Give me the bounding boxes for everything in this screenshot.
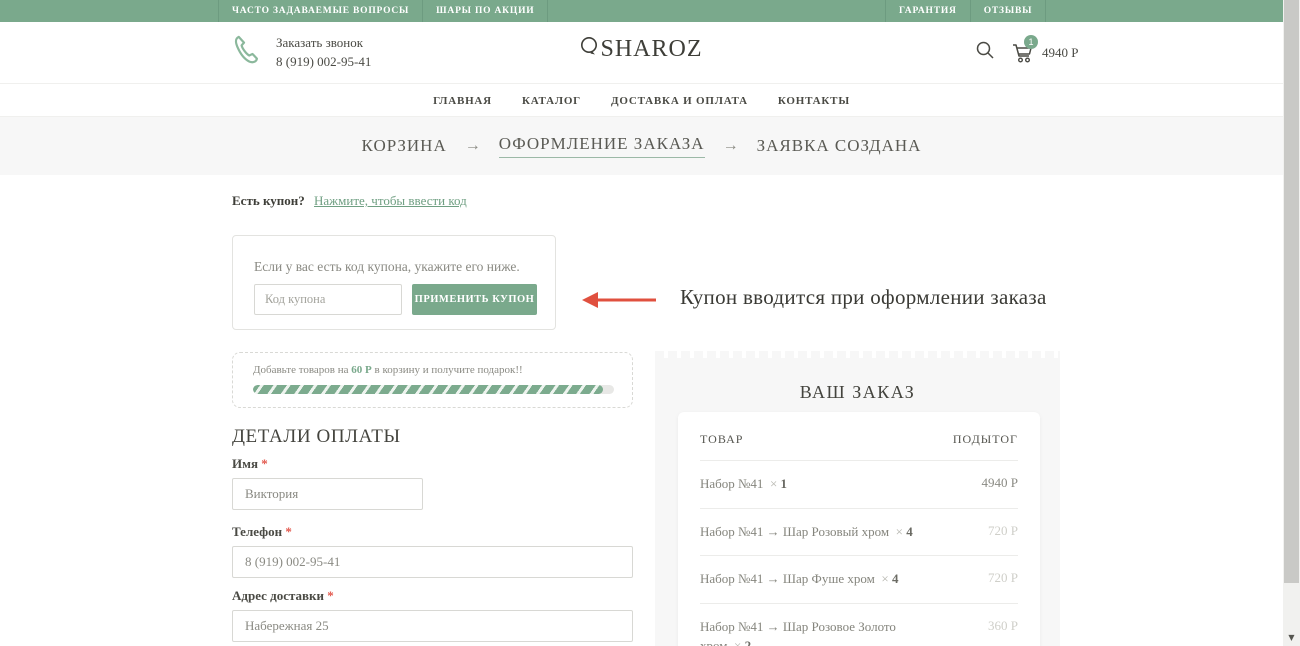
checkout-steps: КОРЗИНА → ОФОРМЛЕНИЕ ЗАКАЗА → ЗАЯВКА СОЗ… [0, 117, 1283, 175]
topbar-right-links: ГАРАНТИЯ ОТЗЫВЫ [885, 0, 1046, 22]
column-subtotal: ПОДЫТОГ [953, 432, 1018, 447]
step-arrow-icon: → [723, 137, 739, 155]
order-summary-card: ТОВАР ПОДЫТОГ Набор №41 × 14940 РНабор №… [678, 412, 1040, 646]
coupon-code-input[interactable] [254, 284, 402, 315]
topbar-link-warranty[interactable]: ГАРАНТИЯ [885, 0, 970, 22]
gift-text-before: Добавьте товаров на [253, 364, 351, 376]
order-item-row: Набор №41 × 1 4940 Р [700, 461, 1018, 509]
nav-item-home[interactable]: ГЛАВНАЯ [433, 95, 492, 107]
order-item-price: 720 Р [988, 522, 1018, 539]
order-item-name: Набор №41 → Шар Розовый хром × 4 [700, 522, 928, 542]
step-cart[interactable]: КОРЗИНА [362, 136, 447, 156]
address-label-text: Адрес доставки [232, 588, 324, 603]
scrollbar-thumb[interactable] [1284, 0, 1299, 583]
logo[interactable]: SHAROZ [0, 36, 1283, 63]
order-table-header: ТОВАР ПОДЫТОГ [700, 412, 1018, 461]
site-header: Заказать звонок 8 (919) 002-95-41 SHAROZ [0, 22, 1283, 84]
phone-field[interactable] [232, 546, 633, 578]
phone-label-text: Телефон [232, 524, 282, 539]
order-item-price: 360 Р [988, 617, 1018, 634]
gift-progress-text: Добавьте товаров на 60 Р в корзину и пол… [253, 364, 523, 376]
column-product: ТОВАР [700, 432, 743, 447]
required-asterisk: * [285, 524, 292, 539]
coupon-prompt-question: Есть купон? [232, 193, 305, 208]
annotation-arrow-icon [580, 291, 658, 314]
scrollbar-down-arrow[interactable]: ▼ [1283, 630, 1300, 644]
cart-count-badge: 1 [1024, 35, 1038, 49]
order-panel-scalloped-edge [655, 351, 1060, 358]
gift-amount: 60 Р [351, 364, 371, 376]
order-item-price: 720 Р [988, 569, 1018, 586]
order-item-row: Набор №41 → Шар Фуше хром × 4 720 Р [700, 556, 1018, 604]
order-item-price: 4940 Р [982, 474, 1018, 491]
gift-progress-track [253, 385, 614, 394]
topbar-link-faq[interactable]: ЧАСТО ЗАДАВАЕМЫЕ ВОПРОСЫ [218, 0, 422, 22]
page-scrollbar[interactable]: ▼ [1283, 0, 1300, 646]
nav-item-delivery[interactable]: ДОСТАВКА И ОПЛАТА [611, 95, 748, 107]
order-items: Набор №41 × 1 4940 Р Набор №41 → Шар Розов… [700, 461, 1018, 646]
coupon-prompt: Есть купон? Нажмите, чтобы ввести код [232, 193, 467, 209]
nav-item-catalog[interactable]: КАТАЛОГ [522, 95, 581, 107]
header-actions: 1 4940 Р [975, 40, 1078, 65]
address-field[interactable] [232, 610, 633, 642]
step-arrow-icon: → [465, 137, 481, 155]
order-item-row: Набор №41 → Шар Розовое Золото хром × 2 3… [700, 604, 1018, 646]
search-icon[interactable] [975, 40, 995, 65]
main-nav: ГЛАВНАЯ КАТАЛОГ ДОСТАВКА И ОПЛАТА КОНТАК… [0, 85, 1283, 117]
coupon-form: Если у вас есть код купона, укажите его … [232, 235, 556, 330]
order-item-row: Набор №41 → Шар Розовый хром × 4 720 Р [700, 509, 1018, 557]
topbar-left-links: ЧАСТО ЗАДАВАЕМЫЕ ВОПРОСЫ ШАРЫ ПО АКЦИИ [218, 0, 548, 22]
order-item-name: Набор №41 → Шар Розовое Золото хром × 2 [700, 617, 928, 646]
coupon-hint: Если у вас есть код купона, укажите его … [254, 259, 520, 275]
cart-button[interactable]: 1 4940 Р [1011, 42, 1078, 64]
cart-total: 4940 Р [1042, 45, 1078, 61]
name-label-text: Имя [232, 456, 258, 471]
required-asterisk: * [261, 456, 268, 471]
gift-progress-fill [253, 385, 603, 394]
order-item-name: Набор №41 × 1 [700, 474, 928, 494]
coupon-toggle-link[interactable]: Нажмите, чтобы ввести код [314, 193, 467, 208]
logo-text: SHAROZ [600, 36, 702, 62]
checkout-page: ЧАСТО ЗАДАВАЕМЫЕ ВОПРОСЫ ШАРЫ ПО АКЦИИ Г… [0, 0, 1300, 646]
address-field-label: Адрес доставки * [232, 588, 334, 604]
top-bar: ЧАСТО ЗАДАВАЕМЫЕ ВОПРОСЫ ШАРЫ ПО АКЦИИ Г… [0, 0, 1283, 22]
annotation-text: Купон вводится при оформлении заказа [680, 285, 1047, 310]
nav-item-contacts[interactable]: КОНТАКТЫ [778, 95, 850, 107]
balloon-icon [580, 36, 599, 60]
required-asterisk: * [327, 588, 334, 603]
order-item-name: Набор №41 → Шар Фуше хром × 4 [700, 569, 928, 589]
name-field-label: Имя * [232, 456, 268, 472]
gift-progress-box: Добавьте товаров на 60 Р в корзину и пол… [232, 352, 633, 408]
phone-field-label: Телефон * [232, 524, 292, 540]
order-summary-title: ВАШ ЗАКАЗ [655, 382, 1060, 403]
topbar-link-sale-balloons[interactable]: ШАРЫ ПО АКЦИИ [422, 0, 548, 22]
step-order-created: ЗАЯВКА СОЗДАНА [757, 136, 922, 156]
name-field[interactable] [232, 478, 423, 510]
apply-coupon-button[interactable]: ПРИМЕНИТЬ КУПОН [412, 284, 537, 315]
gift-text-after: в корзину и получите подарок!! [372, 364, 523, 376]
topbar-link-reviews[interactable]: ОТЗЫВЫ [970, 0, 1047, 22]
step-checkout-current[interactable]: ОФОРМЛЕНИЕ ЗАКАЗА [499, 134, 705, 158]
billing-details-title: ДЕТАЛИ ОПЛАТЫ [232, 426, 401, 448]
